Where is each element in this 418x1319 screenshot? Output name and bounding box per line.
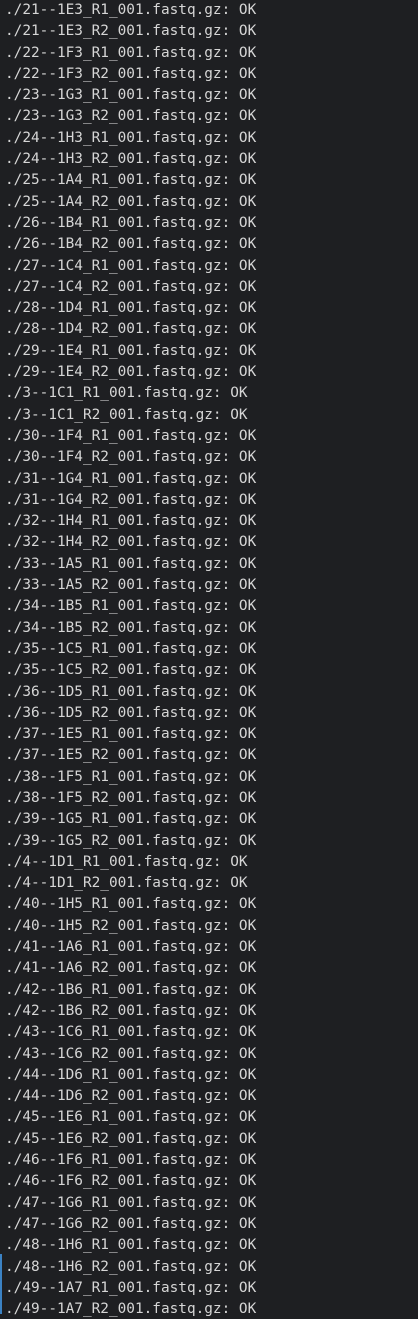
- output-line: ./39--1G5_R2_001.fastq.gz: OK: [5, 832, 257, 849]
- output-line: ./23--1G3_R2_001.fastq.gz: OK: [5, 108, 257, 125]
- output-line: ./47--1G6_R1_001.fastq.gz: OK: [5, 1194, 257, 1211]
- output-line: ./23--1G3_R1_001.fastq.gz: OK: [5, 87, 257, 104]
- checksum-output-list: ./21--1E3_R1_001.fastq.gz: OK ./21--1E3_R…: [5, 0, 256, 1319]
- output-line: ./21--1E3_R2_001.fastq.gz: OK: [5, 23, 257, 40]
- output-line: ./21--1E3_R1_001.fastq.gz: OK: [5, 2, 257, 18]
- output-line: ./40--1H5_R2_001.fastq.gz: OK: [5, 917, 257, 934]
- output-line: ./43--1C6_R2_001.fastq.gz: OK: [5, 1045, 257, 1062]
- output-line: ./36--1D5_R2_001.fastq.gz: OK: [5, 704, 257, 721]
- output-line: ./40--1H5_R1_001.fastq.gz: OK: [5, 896, 257, 913]
- terminal-output-pane[interactable]: ./21--1E3_R1_001.fastq.gz: OK ./21--1E3_R…: [0, 0, 418, 1319]
- output-line: ./34--1B5_R2_001.fastq.gz: OK: [5, 619, 257, 636]
- output-line: ./32--1H4_R1_001.fastq.gz: OK: [5, 513, 257, 530]
- output-line: ./27--1C4_R1_001.fastq.gz: OK: [5, 257, 257, 274]
- output-line: ./4--1D1_R2_001.fastq.gz: OK: [5, 875, 248, 892]
- output-line: ./31--1G4_R1_001.fastq.gz: OK: [5, 470, 257, 487]
- output-line: ./49--1A7_R2_001.fastq.gz: OK: [5, 1301, 257, 1318]
- output-line: ./49--1A7_R1_001.fastq.gz: OK: [5, 1279, 257, 1296]
- output-line: ./42--1B6_R2_001.fastq.gz: OK: [5, 1002, 257, 1019]
- output-line: ./42--1B6_R1_001.fastq.gz: OK: [5, 981, 257, 998]
- output-line: ./33--1A5_R1_001.fastq.gz: OK: [5, 555, 257, 572]
- output-line: ./28--1D4_R1_001.fastq.gz: OK: [5, 300, 257, 317]
- output-line: ./32--1H4_R2_001.fastq.gz: OK: [5, 534, 257, 551]
- output-line: ./3--1C1_R1_001.fastq.gz: OK: [5, 385, 248, 402]
- output-line: ./27--1C4_R2_001.fastq.gz: OK: [5, 278, 257, 295]
- output-line: ./48--1H6_R2_001.fastq.gz: OK: [5, 1258, 257, 1275]
- output-line: ./35--1C5_R1_001.fastq.gz: OK: [5, 640, 257, 657]
- output-line: ./29--1E4_R1_001.fastq.gz: OK: [5, 342, 257, 359]
- output-line: ./29--1E4_R2_001.fastq.gz: OK: [5, 364, 257, 381]
- output-line: ./41--1A6_R1_001.fastq.gz: OK: [5, 939, 257, 956]
- output-line: ./36--1D5_R1_001.fastq.gz: OK: [5, 683, 257, 700]
- output-line: ./28--1D4_R2_001.fastq.gz: OK: [5, 321, 257, 338]
- output-line: ./38--1F5_R1_001.fastq.gz: OK: [5, 768, 257, 785]
- output-line: ./25--1A4_R2_001.fastq.gz: OK: [5, 193, 257, 210]
- output-line: ./30--1F4_R1_001.fastq.gz: OK: [5, 427, 257, 444]
- output-line: ./34--1B5_R1_001.fastq.gz: OK: [5, 598, 257, 615]
- output-line: ./31--1G4_R2_001.fastq.gz: OK: [5, 491, 257, 508]
- output-line: ./39--1G5_R1_001.fastq.gz: OK: [5, 811, 257, 828]
- output-line: ./30--1F4_R2_001.fastq.gz: OK: [5, 449, 257, 466]
- output-line: ./41--1A6_R2_001.fastq.gz: OK: [5, 960, 257, 977]
- output-line: ./35--1C5_R2_001.fastq.gz: OK: [5, 662, 257, 679]
- output-line: ./47--1G6_R2_001.fastq.gz: OK: [5, 1215, 257, 1232]
- output-line: ./48--1H6_R1_001.fastq.gz: OK: [5, 1237, 257, 1254]
- output-line: ./24--1H3_R1_001.fastq.gz: OK: [5, 129, 257, 146]
- output-line: ./38--1F5_R2_001.fastq.gz: OK: [5, 789, 257, 806]
- output-line: ./33--1A5_R2_001.fastq.gz: OK: [5, 577, 257, 594]
- output-line: ./4--1D1_R1_001.fastq.gz: OK: [5, 853, 248, 870]
- output-line: ./44--1D6_R2_001.fastq.gz: OK: [5, 1088, 257, 1105]
- output-line: ./45--1E6_R1_001.fastq.gz: OK: [5, 1109, 257, 1126]
- output-line: ./46--1F6_R1_001.fastq.gz: OK: [5, 1152, 257, 1169]
- output-line: ./37--1E5_R1_001.fastq.gz: OK: [5, 726, 257, 743]
- output-line: ./37--1E5_R2_001.fastq.gz: OK: [5, 747, 257, 764]
- output-line: ./24--1H3_R2_001.fastq.gz: OK: [5, 151, 257, 168]
- output-line: ./25--1A4_R1_001.fastq.gz: OK: [5, 172, 257, 189]
- output-line: ./44--1D6_R1_001.fastq.gz: OK: [5, 1066, 257, 1083]
- output-line: ./46--1F6_R2_001.fastq.gz: OK: [5, 1173, 257, 1190]
- output-line: ./3--1C1_R2_001.fastq.gz: OK: [5, 406, 248, 423]
- output-line: ./43--1C6_R1_001.fastq.gz: OK: [5, 1024, 257, 1041]
- output-line: ./22--1F3_R2_001.fastq.gz: OK: [5, 65, 257, 82]
- selection-gutter-marker: [0, 1254, 2, 1314]
- output-line: ./26--1B4_R1_001.fastq.gz: OK: [5, 214, 257, 231]
- output-line: ./26--1B4_R2_001.fastq.gz: OK: [5, 236, 257, 253]
- output-line: ./45--1E6_R2_001.fastq.gz: OK: [5, 1130, 257, 1147]
- output-line: ./22--1F3_R1_001.fastq.gz: OK: [5, 44, 257, 61]
